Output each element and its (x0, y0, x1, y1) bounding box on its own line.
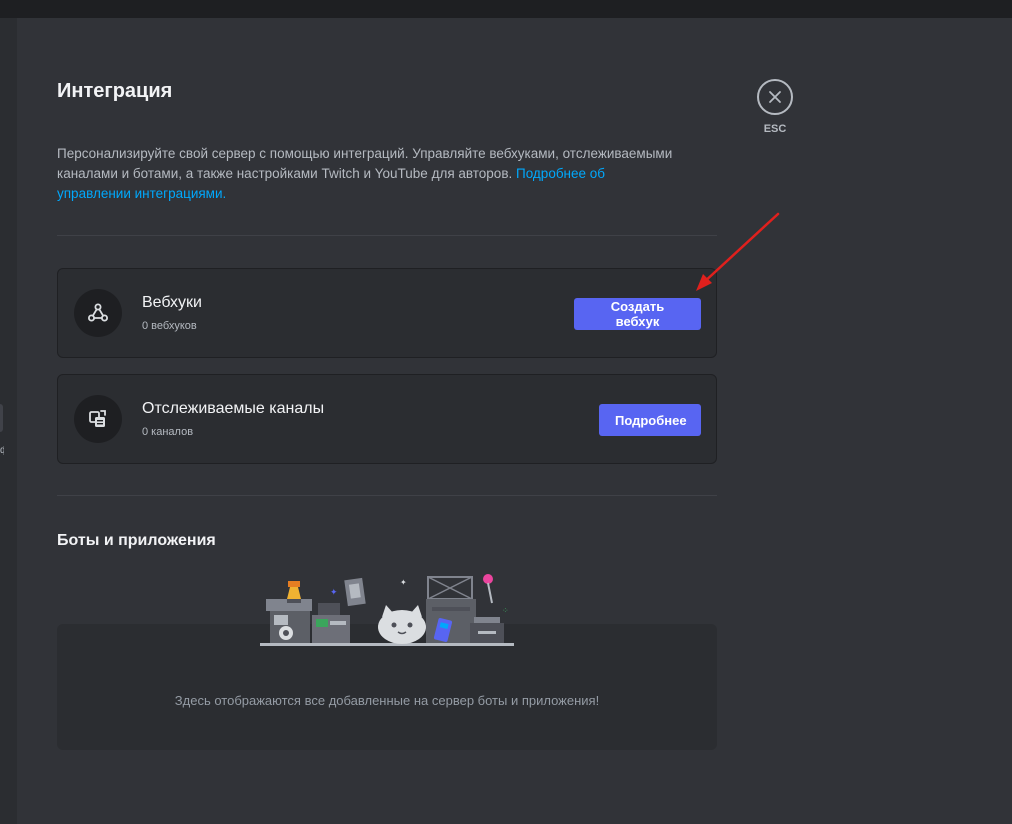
followed-channels-count: 0 каналов (142, 426, 194, 438)
bots-empty-text: Здесь отображаются все добавленные на се… (174, 693, 600, 708)
svg-text:✦: ✦ (330, 588, 338, 598)
close-icon (769, 91, 781, 103)
close-control: ESC (757, 79, 793, 135)
settings-sidebar-edge: ф (0, 18, 17, 824)
sidebar-clipped-glyph: ф (0, 446, 4, 456)
bots-empty-illustration: ✦ ✦ ⁘ (260, 574, 514, 646)
integrations-page: Интеграция Персонализируйте свой сервер … (17, 18, 1012, 824)
webhooks-count: 0 вебхуков (142, 320, 197, 332)
bots-section-title: Боты и приложения (57, 532, 216, 549)
divider-top (57, 235, 717, 236)
esc-label: ESC (763, 123, 787, 135)
create-webhook-button[interactable]: Создать вебхук (574, 298, 701, 330)
learn-more-button[interactable]: Подробнее (599, 404, 701, 436)
svg-text:⁘: ⁘ (502, 606, 509, 615)
annotation-arrow-icon (696, 212, 780, 291)
webhook-icon (74, 289, 122, 337)
divider-bottom (57, 495, 717, 496)
svg-text:✦: ✦ (400, 578, 407, 587)
webhooks-card[interactable]: Вебхуки 0 вебхуков Создать вебхук (57, 268, 717, 358)
close-button[interactable] (757, 79, 793, 115)
top-bar (0, 0, 1012, 18)
followed-channel-icon (74, 395, 122, 443)
page-title: Интеграция (57, 80, 173, 102)
page-description: Персонализируйте свой сервер с помощью и… (57, 144, 677, 204)
followed-channels-card[interactable]: Отслеживаемые каналы 0 каналов Подробнее (57, 374, 717, 464)
webhooks-title: Вебхуки (142, 294, 202, 311)
sidebar-selected-item-edge[interactable] (0, 404, 3, 432)
followed-channels-title: Отслеживаемые каналы (142, 400, 325, 417)
